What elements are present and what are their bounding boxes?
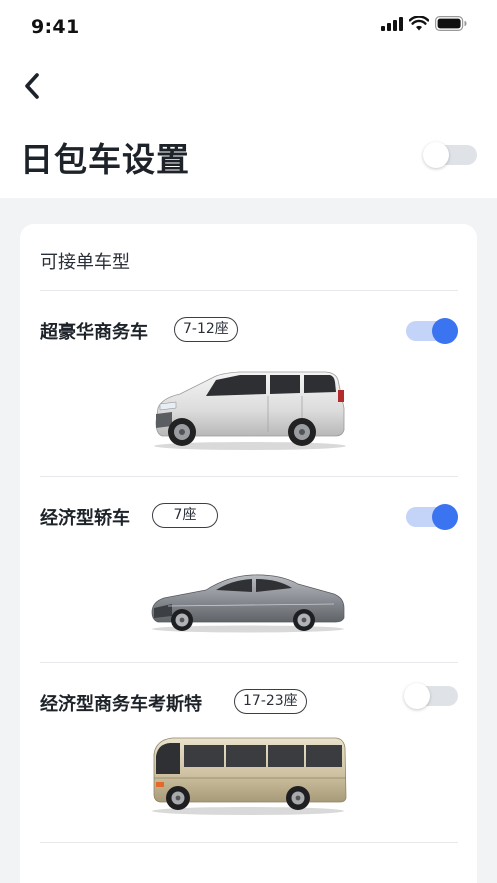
vehicle-enable-toggle[interactable] bbox=[404, 503, 458, 531]
battery-icon bbox=[435, 16, 467, 31]
seat-count-badge: 7-12座 bbox=[174, 317, 238, 342]
seat-count-badge: 7座 bbox=[152, 503, 218, 528]
divider bbox=[40, 842, 458, 843]
vehicle-enable-toggle[interactable] bbox=[404, 317, 458, 345]
vehicle-row-coaster: 经济型商务车考斯特 17-23座 bbox=[20, 662, 477, 848]
luxury-minivan-image bbox=[154, 371, 346, 450]
vehicle-enable-toggle[interactable] bbox=[404, 682, 458, 710]
sedan-image bbox=[151, 574, 345, 633]
coaster-bus-image bbox=[152, 737, 347, 815]
wifi-icon bbox=[409, 16, 429, 31]
cellular-signal-icon bbox=[381, 16, 403, 31]
back-button[interactable] bbox=[14, 66, 50, 106]
status-icons bbox=[381, 16, 467, 31]
charter-service-toggle[interactable] bbox=[423, 141, 477, 169]
vehicle-row-sedan: 经济型轿车 7座 bbox=[20, 476, 477, 662]
vehicle-name: 经济型商务车考斯特 bbox=[40, 694, 202, 715]
vehicle-name: 超豪华商务车 bbox=[40, 322, 148, 343]
vehicle-row-luxury-mpv: 超豪华商务车 7-12座 bbox=[20, 290, 477, 476]
header: 9:41 日包车设置 bbox=[0, 0, 497, 198]
vehicle-name: 经济型轿车 bbox=[40, 508, 130, 529]
page-title: 日包车设置 bbox=[20, 140, 190, 179]
seat-count-badge: 17-23座 bbox=[234, 689, 307, 714]
chevron-left-icon bbox=[25, 73, 39, 99]
status-time: 9:41 bbox=[31, 16, 80, 38]
vehicle-type-card: 可接单车型 超豪华商务车 7-12座 经济型轿车 7座 经济型商务车考斯特 17… bbox=[20, 224, 477, 883]
status-bar: 9:41 bbox=[0, 0, 497, 54]
section-title: 可接单车型 bbox=[40, 252, 130, 273]
